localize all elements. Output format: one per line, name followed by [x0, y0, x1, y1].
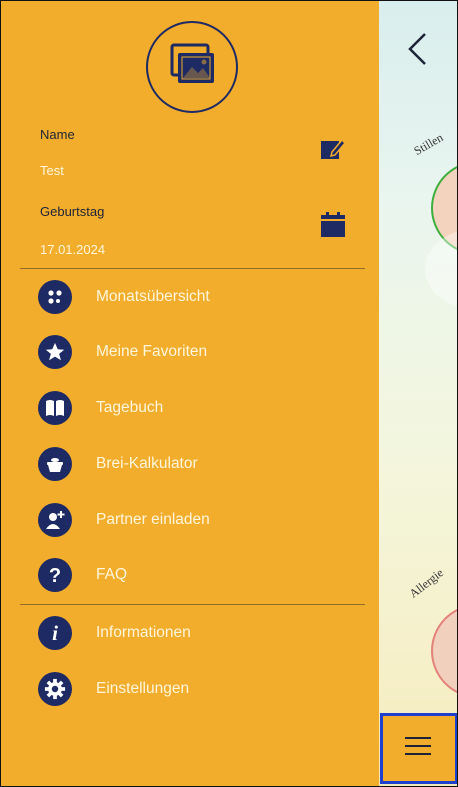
- background-glow: [425, 229, 457, 309]
- add-person-icon: [38, 503, 72, 537]
- book-icon: [38, 391, 72, 425]
- back-icon[interactable]: [405, 30, 431, 68]
- name-label: Name: [40, 127, 75, 142]
- menu-label: Tagebuch: [96, 399, 164, 416]
- menu-item-monatsuebersicht[interactable]: Monatsübersicht: [38, 279, 338, 315]
- hamburger-icon-line: [405, 745, 431, 747]
- edit-icon[interactable]: [318, 137, 346, 163]
- menu-item-informationen[interactable]: i Informationen: [38, 615, 338, 651]
- main-content-peek: Stillen Allergie: [379, 1, 457, 786]
- gear-icon: [38, 672, 72, 706]
- pot-icon: [38, 447, 72, 481]
- birthday-label: Geburtstag: [40, 204, 105, 219]
- app-frame: Stillen Allergie Name Test Geburtstag 17…: [0, 0, 458, 787]
- menu-label: Meine Favoriten: [96, 343, 208, 360]
- photo-gallery-icon: [170, 43, 214, 83]
- menu-item-favoriten[interactable]: Meine Favoriten: [38, 334, 338, 370]
- dots-icon: [38, 280, 72, 314]
- hamburger-icon-line: [405, 753, 431, 755]
- menu-label: Informationen: [96, 624, 191, 641]
- svg-text:i: i: [52, 621, 58, 645]
- menu-item-brei-kalkulator[interactable]: Brei-Kalkulator: [38, 446, 338, 482]
- menu-label: Brei-Kalkulator: [96, 455, 198, 472]
- name-value: Test: [40, 163, 64, 178]
- menu-label: Partner einladen: [96, 511, 210, 528]
- menu-label: Einstellungen: [96, 680, 190, 697]
- menu-item-faq[interactable]: ? FAQ: [38, 557, 338, 593]
- question-icon: ?: [38, 558, 72, 592]
- menu-item-tagebuch[interactable]: Tagebuch: [38, 390, 338, 426]
- menu-item-partner-einladen[interactable]: Partner einladen: [38, 502, 338, 538]
- hamburger-menu-button[interactable]: [380, 713, 457, 784]
- info-icon: i: [38, 616, 72, 650]
- menu-label: FAQ: [96, 566, 128, 583]
- divider-bottom: [20, 604, 365, 605]
- calendar-icon[interactable]: [320, 212, 346, 238]
- tile-allergie-label: Allergie: [406, 565, 446, 601]
- profile-avatar[interactable]: [146, 21, 238, 113]
- birthday-value: 17.01.2024: [40, 242, 106, 257]
- tile-allergie-image[interactable]: [431, 604, 457, 698]
- star-icon: [38, 335, 72, 369]
- tile-stillen-label: Stillen: [411, 130, 446, 158]
- hamburger-icon: [405, 737, 431, 739]
- side-drawer: Name Test Geburtstag 17.01.2024 Monatsüb…: [1, 1, 379, 786]
- svg-text:?: ?: [49, 565, 61, 587]
- menu-item-einstellungen[interactable]: Einstellungen: [38, 671, 338, 707]
- divider-top: [20, 268, 365, 269]
- menu-label: Monatsübersicht: [96, 288, 210, 305]
